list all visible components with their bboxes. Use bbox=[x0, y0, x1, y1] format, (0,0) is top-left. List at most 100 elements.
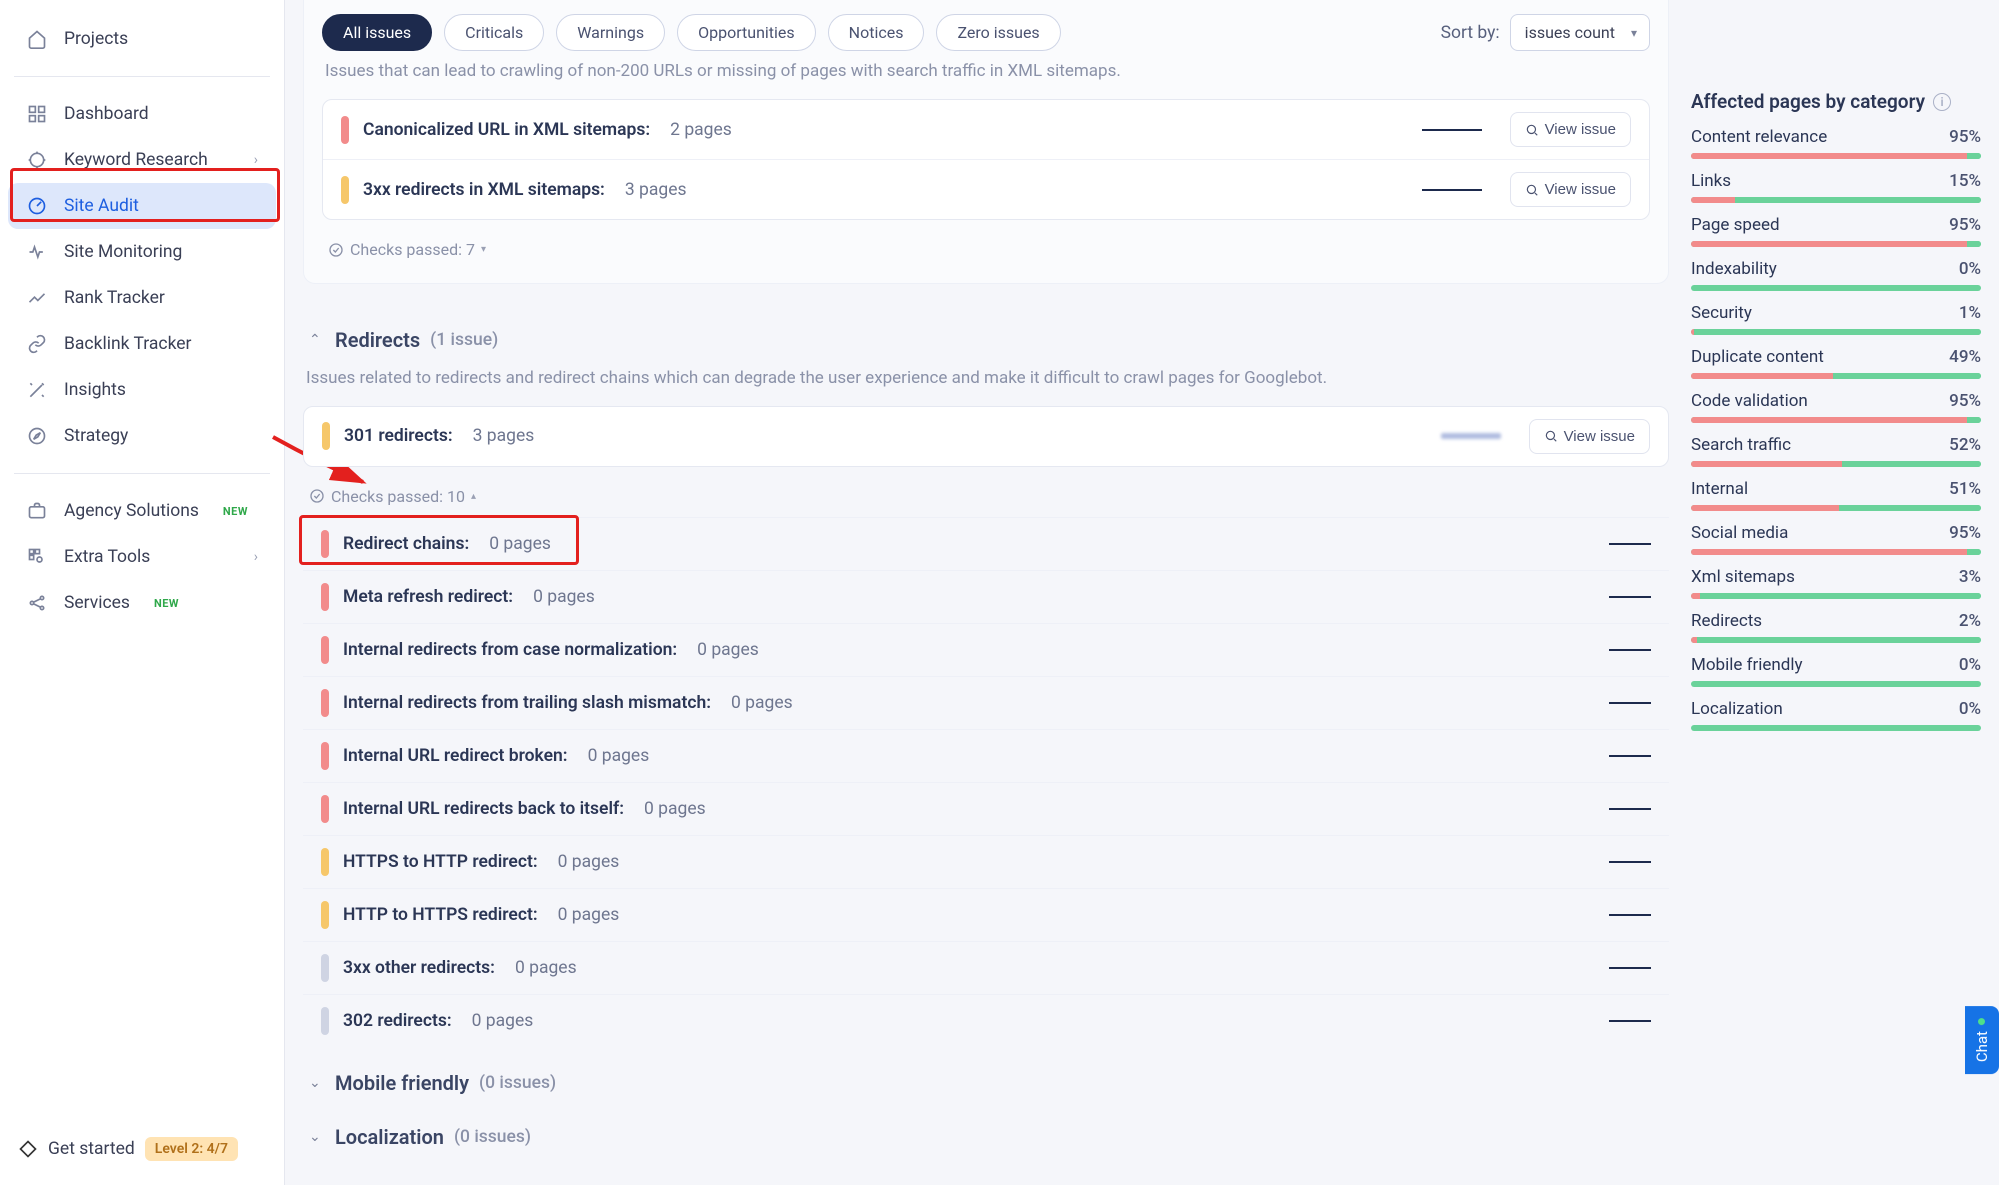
category-row[interactable]: Content relevance 95% bbox=[1691, 127, 1981, 159]
issue-count: 0 pages bbox=[644, 799, 706, 819]
severity-indicator bbox=[321, 954, 329, 982]
filter-pill-notices[interactable]: Notices bbox=[828, 14, 925, 51]
sidebar-item-insights[interactable]: Insights bbox=[8, 367, 276, 413]
check-circle-icon bbox=[309, 488, 325, 504]
chevron-down-icon: ▾ bbox=[481, 244, 486, 255]
passed-row[interactable]: 302 redirects: 0 pages bbox=[303, 995, 1669, 1047]
severity-indicator bbox=[341, 176, 349, 204]
category-bar bbox=[1691, 461, 1981, 467]
divider bbox=[14, 473, 270, 474]
issue-count: 0 pages bbox=[697, 640, 759, 660]
filter-pill-warnings[interactable]: Warnings bbox=[556, 14, 665, 51]
sort-value: issues count bbox=[1525, 23, 1615, 42]
issue-label: Internal redirects from case normalizati… bbox=[343, 640, 677, 660]
view-issue-button[interactable]: View issue bbox=[1529, 419, 1650, 454]
category-name: Xml sitemaps bbox=[1691, 567, 1795, 587]
checks-passed-toggle[interactable]: Checks passed: 10 ▴ bbox=[303, 477, 482, 506]
category-row[interactable]: Localization 0% bbox=[1691, 699, 1981, 731]
sidebar-item-agency-solutions[interactable]: Agency Solutions NEW bbox=[8, 488, 276, 534]
sidebar-item-label: Backlink Tracker bbox=[64, 334, 191, 354]
category-bar bbox=[1691, 241, 1981, 247]
sort-dropdown[interactable]: issues count bbox=[1510, 14, 1650, 51]
category-percent: 15% bbox=[1949, 171, 1981, 191]
group-header-mobile-friendly[interactable]: ⌄ Mobile friendly (0 issues) bbox=[303, 1047, 1669, 1101]
passed-row[interactable]: Meta refresh redirect: 0 pages bbox=[303, 571, 1669, 624]
sidebar-item-strategy[interactable]: Strategy bbox=[8, 413, 276, 459]
issue-row[interactable]: Canonicalized URL in XML sitemaps: 2 pag… bbox=[323, 100, 1649, 159]
category-name: Security bbox=[1691, 303, 1752, 323]
issue-label: 3xx other redirects: bbox=[343, 958, 495, 978]
group-title: Redirects bbox=[335, 328, 420, 352]
sidebar-item-site-audit[interactable]: Site Audit bbox=[8, 183, 276, 229]
issue-count: 0 pages bbox=[558, 905, 620, 925]
sidebar-item-dashboard[interactable]: Dashboard bbox=[8, 91, 276, 137]
severity-indicator bbox=[321, 795, 329, 823]
heartbeat-icon bbox=[26, 241, 48, 263]
category-name: Redirects bbox=[1691, 611, 1762, 631]
category-row[interactable]: Code validation 95% bbox=[1691, 391, 1981, 423]
category-bar bbox=[1691, 681, 1981, 687]
get-started[interactable]: Get started Level 2: 4/7 bbox=[0, 1123, 284, 1175]
sparkline bbox=[1609, 649, 1651, 651]
severity-indicator bbox=[321, 636, 329, 664]
group-header-localization[interactable]: ⌄ Localization (0 issues) bbox=[303, 1101, 1669, 1155]
apps-icon bbox=[26, 546, 48, 568]
passed-row[interactable]: Internal URL redirects back to itself: 0… bbox=[303, 783, 1669, 836]
passed-row[interactable]: Internal URL redirect broken: 0 pages bbox=[303, 730, 1669, 783]
issue-label: 302 redirects: bbox=[343, 1011, 452, 1031]
category-row[interactable]: Security 1% bbox=[1691, 303, 1981, 335]
group-header-redirects[interactable]: ⌃ Redirects (1 issue) bbox=[303, 304, 1669, 358]
category-name: Code validation bbox=[1691, 391, 1808, 411]
category-row[interactable]: Redirects 2% bbox=[1691, 611, 1981, 643]
passed-checks-list: Redirect chains: 0 pages Meta refresh re… bbox=[303, 517, 1669, 1047]
passed-row[interactable]: HTTPS to HTTP redirect: 0 pages bbox=[303, 836, 1669, 889]
sparkline bbox=[1609, 808, 1651, 810]
chat-widget[interactable]: Chat bbox=[1965, 1006, 1999, 1074]
view-issue-button[interactable]: View issue bbox=[1510, 172, 1631, 207]
passed-row[interactable]: 3xx other redirects: 0 pages bbox=[303, 942, 1669, 995]
info-icon[interactable]: i bbox=[1933, 93, 1951, 111]
issue-row[interactable]: 3xx redirects in XML sitemaps: 3 pages V… bbox=[323, 159, 1649, 219]
filter-pill-all-issues[interactable]: All issues bbox=[322, 14, 432, 51]
issue-label: Internal URL redirects back to itself: bbox=[343, 799, 624, 819]
filter-pill-opportunities[interactable]: Opportunities bbox=[677, 14, 816, 51]
sidebar-item-extra-tools[interactable]: Extra Tools › bbox=[8, 534, 276, 580]
category-percent: 49% bbox=[1949, 347, 1981, 367]
issue-count: 0 pages bbox=[515, 958, 577, 978]
group-count: (0 issues) bbox=[454, 1127, 531, 1147]
chevron-right-icon: › bbox=[254, 549, 258, 565]
category-row[interactable]: Search traffic 52% bbox=[1691, 435, 1981, 467]
view-issue-button[interactable]: View issue bbox=[1510, 112, 1631, 147]
category-row[interactable]: Links 15% bbox=[1691, 171, 1981, 203]
sidebar-item-keyword-research[interactable]: Keyword Research › bbox=[8, 137, 276, 183]
passed-row[interactable]: Redirect chains: 0 pages bbox=[303, 518, 1669, 571]
sidebar-item-rank-tracker[interactable]: Rank Tracker bbox=[8, 275, 276, 321]
sidebar-item-services[interactable]: Services NEW bbox=[8, 580, 276, 626]
category-row[interactable]: Social media 95% bbox=[1691, 523, 1981, 555]
category-row[interactable]: Internal 51% bbox=[1691, 479, 1981, 511]
filter-pill-criticals[interactable]: Criticals bbox=[444, 14, 544, 51]
sidebar-item-site-monitoring[interactable]: Site Monitoring bbox=[8, 229, 276, 275]
issue-row[interactable]: 301 redirects: 3 pages View issue bbox=[304, 407, 1668, 466]
sparkline bbox=[1422, 129, 1482, 131]
category-name: Links bbox=[1691, 171, 1731, 191]
category-row[interactable]: Xml sitemaps 3% bbox=[1691, 567, 1981, 599]
checks-passed-toggle[interactable]: Checks passed: 7 ▾ bbox=[322, 230, 492, 259]
category-row[interactable]: Indexability 0% bbox=[1691, 259, 1981, 291]
category-name: Social media bbox=[1691, 523, 1788, 543]
category-percent: 0% bbox=[1959, 259, 1981, 279]
sidebar-item-backlink-tracker[interactable]: Backlink Tracker bbox=[8, 321, 276, 367]
category-bar bbox=[1691, 197, 1981, 203]
passed-row[interactable]: Internal redirects from trailing slash m… bbox=[303, 677, 1669, 730]
category-row[interactable]: Mobile friendly 0% bbox=[1691, 655, 1981, 687]
category-row[interactable]: Page speed 95% bbox=[1691, 215, 1981, 247]
passed-row[interactable]: Internal redirects from case normalizati… bbox=[303, 624, 1669, 677]
severity-indicator bbox=[321, 901, 329, 929]
category-row[interactable]: Duplicate content 49% bbox=[1691, 347, 1981, 379]
passed-row[interactable]: HTTP to HTTPS redirect: 0 pages bbox=[303, 889, 1669, 942]
sidebar-item-label: Insights bbox=[64, 380, 126, 400]
filter-pill-zero-issues[interactable]: Zero issues bbox=[936, 14, 1060, 51]
get-started-label: Get started bbox=[48, 1139, 135, 1159]
new-tag: NEW bbox=[154, 597, 179, 610]
sidebar-item-projects[interactable]: Projects bbox=[8, 16, 276, 62]
